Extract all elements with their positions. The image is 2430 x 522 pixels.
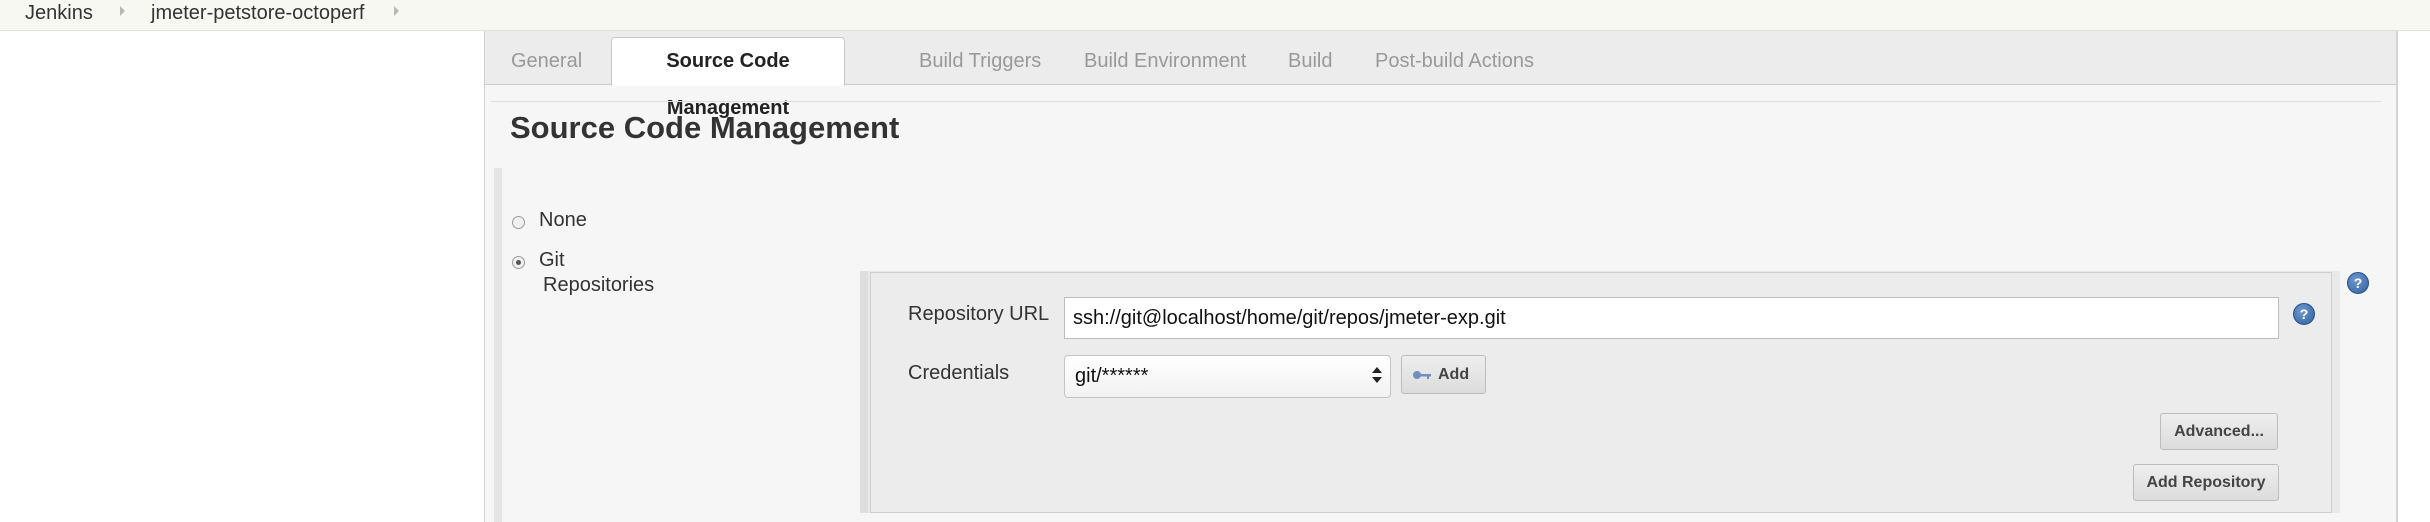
chevron-right-icon[interactable] xyxy=(120,6,125,16)
credentials-selected-value: git/****** xyxy=(1075,365,1149,387)
repositories-label: Repositories xyxy=(543,274,655,296)
key-icon xyxy=(1413,371,1431,379)
add-credentials-label: Add xyxy=(1438,366,1470,383)
section-divider xyxy=(491,101,2381,102)
add-repository-button[interactable]: Add Repository xyxy=(2133,464,2279,501)
repository-url-label: Repository URL xyxy=(908,303,1050,325)
breadcrumb-item-job[interactable]: jmeter-petstore-octoperf xyxy=(151,0,364,26)
help-icon[interactable]: ? xyxy=(2293,303,2315,325)
select-arrows-icon xyxy=(1372,364,1382,388)
credentials-label: Credentials xyxy=(908,362,1010,384)
tab-build[interactable]: Build xyxy=(1288,47,1332,75)
advanced-button[interactable]: Advanced... xyxy=(2160,413,2278,450)
tab-general[interactable]: General xyxy=(511,47,582,75)
tab-post-build-actions[interactable]: Post-build Actions xyxy=(1375,47,1534,75)
credentials-select[interactable]: git/****** xyxy=(1064,355,1391,398)
add-credentials-button[interactable]: Add xyxy=(1401,355,1486,394)
help-icon[interactable]: ? xyxy=(2347,272,2369,294)
chevron-right-icon[interactable] xyxy=(394,6,399,16)
tab-source-code-management[interactable]: Source Code Management xyxy=(611,37,845,119)
panel-right-border xyxy=(2396,31,2398,522)
scm-option-none-label: None xyxy=(539,209,587,231)
breadcrumb: Jenkins jmeter-petstore-octoperf xyxy=(0,0,2430,31)
tab-build-triggers[interactable]: Build Triggers xyxy=(919,47,1041,75)
repository-url-input[interactable] xyxy=(1064,297,2279,339)
breadcrumb-item-jenkins[interactable]: Jenkins xyxy=(25,0,93,26)
tab-bar: General Source Code Management Build Tri… xyxy=(485,31,2396,119)
sidebar xyxy=(0,31,485,522)
section-title: Source Code Management xyxy=(510,110,900,145)
tab-build-environment[interactable]: Build Environment xyxy=(1084,47,1246,75)
radio-none[interactable] xyxy=(512,216,525,229)
